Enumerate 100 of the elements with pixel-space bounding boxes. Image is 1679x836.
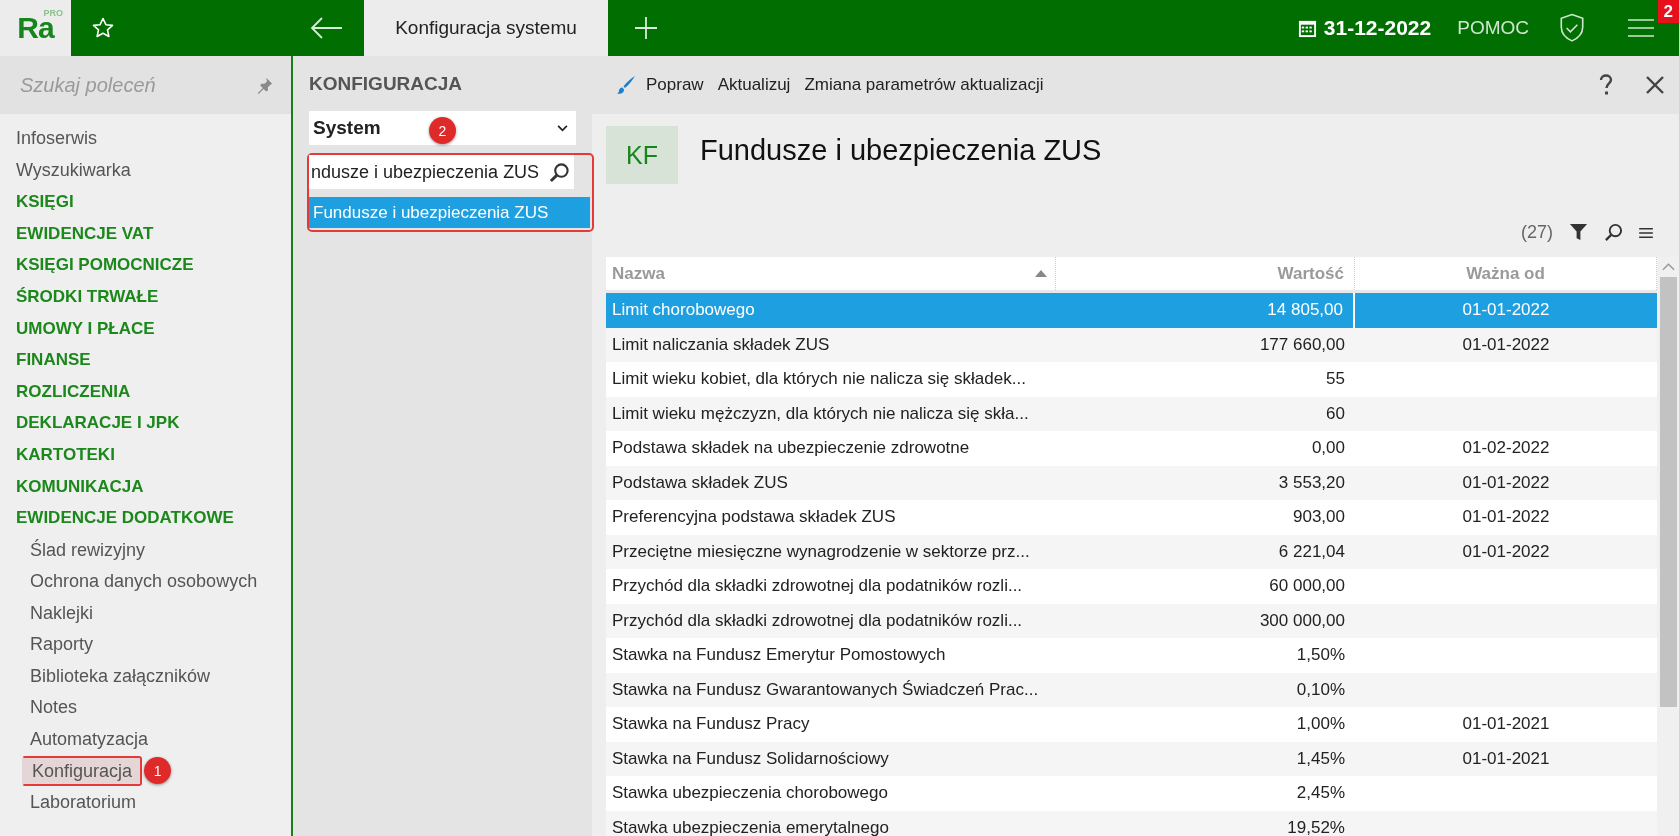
- back-arrow-icon[interactable]: [310, 16, 344, 40]
- table-cell: Stawka na Fundusz Emerytur Pomostowych: [612, 645, 946, 666]
- help-icon[interactable]: [1599, 74, 1613, 96]
- close-icon[interactable]: [1645, 75, 1665, 95]
- menu-section[interactable]: FINANSE: [0, 344, 291, 376]
- page-title: Fundusze i ubezpieczenia ZUS: [700, 133, 1102, 167]
- table-cell: Limit wieku kobiet, dla których nie nalicza się składek...: [612, 369, 1026, 390]
- table-row[interactable]: Podstawa składek ZUS 3 553,20 01-01-2022: [606, 465, 1657, 500]
- table-cell: 01-01-2022: [1462, 300, 1550, 321]
- table-cell: 01-01-2022: [1462, 472, 1550, 493]
- submenu-item[interactable]: Biblioteka załączników: [22, 660, 219, 691]
- table-cell: 01-01-2022: [1462, 507, 1550, 528]
- table-row[interactable]: Preferencyjna podstawa składek ZUS 903,00 01-01-2022: [606, 500, 1657, 535]
- table-cell: 300 000,00: [1259, 610, 1345, 631]
- help-link[interactable]: POMOC: [1457, 17, 1529, 39]
- shield-check-icon[interactable]: [1559, 13, 1585, 43]
- submenu-item[interactable]: Raporty: [22, 629, 102, 660]
- record-count: (27): [1521, 222, 1553, 243]
- table-cell: 2,45%: [1296, 783, 1345, 804]
- table-row[interactable]: Stawka na Fundusz Emerytur Pomostowych 1,50%: [606, 638, 1657, 673]
- submenu-item[interactable]: Notes: [22, 692, 86, 723]
- notification-badge: 2: [1657, 0, 1679, 23]
- menu-item[interactable]: Infoserwis: [0, 123, 291, 155]
- table-row[interactable]: Stawka na Fundusz Pracy 1,00% 01-01-2021: [606, 707, 1657, 742]
- table-cell: Przeciętne miesięczne wynagrodzenie w sektorze prz...: [612, 541, 1030, 562]
- table-row[interactable]: Limit wieku mężczyzn, dla których nie nalicza się skła... 60: [606, 396, 1657, 431]
- table-cell: Stawka na Fundusz Solidarnościowy: [612, 748, 889, 769]
- star-icon[interactable]: [91, 16, 115, 40]
- search-icon[interactable]: [1604, 223, 1623, 242]
- module-badge: KF: [606, 126, 678, 184]
- table-cell: Przychód dla składki zdrowotnej dla podatników rozli...: [612, 576, 1023, 597]
- menu-section[interactable]: ŚRODKI TRWAŁE: [0, 280, 291, 313]
- brush-icon: [616, 75, 636, 95]
- submenu-item[interactable]: Naklejki: [22, 597, 102, 628]
- menu-item[interactable]: Wyszukiwarka: [0, 154, 291, 187]
- menu-section[interactable]: EWIDENCJE VAT: [0, 217, 291, 250]
- table-cell: Limit naliczania składek ZUS: [612, 334, 830, 355]
- table-row[interactable]: Stawka ubezpieczenia emerytalnego 19,52%: [606, 810, 1657, 836]
- table-cell: Podstawa składek ZUS: [612, 472, 788, 493]
- table-cell: 01-01-2022: [1462, 334, 1550, 355]
- table-row[interactable]: Limit naliczania składek ZUS 177 660,00 01-01-2022: [606, 327, 1657, 362]
- table-cell: 01-01-2021: [1462, 714, 1550, 735]
- toolbar-button[interactable]: Aktualizuj: [717, 75, 791, 95]
- search-field[interactable]: ndusze i ubezpieczenia ZUS: [309, 155, 574, 189]
- pin-icon[interactable]: [256, 76, 273, 94]
- table-cell: Stawka ubezpieczenia chorobowego: [612, 783, 888, 804]
- table-cell: Limit chorobowego: [612, 300, 755, 321]
- table-row[interactable]: Przychód dla składki zdrowotnej dla podatników rozli... 60 000,00: [606, 569, 1657, 604]
- table-cell: Podstawa składek na ubezpieczenie zdrowotne: [612, 438, 970, 459]
- table-row[interactable]: Przeciętne miesięczne wynagrodzenie w sektorze prz... 6 221,04 01-01-2022: [606, 534, 1657, 569]
- app-logo[interactable]: RaPRO: [0, 0, 71, 56]
- menu-icon[interactable]: [1639, 226, 1653, 239]
- plus-icon[interactable]: [634, 16, 658, 40]
- menu-section[interactable]: ROZLICZENIA: [0, 375, 291, 408]
- panel-title: KONFIGURACJA: [309, 73, 464, 95]
- menu-section[interactable]: KSIĘGI: [0, 186, 291, 218]
- table-cell: 903,00: [1293, 507, 1345, 528]
- menu-section[interactable]: UMOWY I PŁACE: [0, 312, 291, 345]
- search-input[interactable]: Szukaj poleceń: [18, 72, 256, 98]
- table-cell: 01-01-2022: [1462, 541, 1550, 562]
- calendar-icon[interactable]: [1297, 18, 1317, 38]
- menu-section[interactable]: EWIDENCJE DODATKOWE: [0, 502, 291, 534]
- table-cell: 6 221,04: [1278, 541, 1345, 562]
- menu-section[interactable]: KOMUNIKACJA: [0, 470, 291, 503]
- callout-number: 1: [144, 757, 172, 785]
- menu-section[interactable]: DEKLARACJE I JPK: [0, 407, 291, 439]
- menu-section[interactable]: KARTOTEKI: [0, 438, 291, 471]
- table-row[interactable]: Przychód dla składki zdrowotnej dla podatników rozli... 300 000,00: [606, 603, 1657, 638]
- filter-icon[interactable]: [1569, 223, 1588, 242]
- table-cell: Limit wieku mężczyzn, dla których nie nalicza się skła...: [612, 403, 1029, 424]
- table-cell: 55: [1326, 369, 1345, 390]
- submenu-item[interactable]: Laboratorium: [22, 787, 145, 818]
- table-cell: 0,00: [1311, 438, 1345, 459]
- scrollbar-thumb[interactable]: [1659, 277, 1677, 707]
- search-icon[interactable]: [549, 161, 570, 183]
- table-row[interactable]: Limit wieku kobiet, dla których nie nalicza się składek... 55: [606, 362, 1657, 397]
- command-search-field[interactable]: Szukaj poleceń: [0, 56, 291, 114]
- submenu-item[interactable]: Ślad rewizyjny: [22, 534, 154, 565]
- table-row[interactable]: Stawka na Fundusz Solidarnościowy 1,45% 01-01-2021: [606, 741, 1657, 776]
- toolbar-button[interactable]: Zmiana parametrów aktualizacji: [804, 75, 1044, 95]
- submenu-item[interactable]: Konfiguracja: [22, 755, 143, 786]
- submenu-item[interactable]: Ochrona danych osobowych: [22, 566, 266, 597]
- table-cell: 3 553,20: [1278, 472, 1345, 493]
- table-cell: Przychód dla składki zdrowotnej dla podatników rozli...: [612, 610, 1023, 631]
- toolbar-button[interactable]: Popraw: [616, 75, 704, 95]
- table-row[interactable]: Stawka ubezpieczenia chorobowego 2,45%: [606, 776, 1657, 811]
- table-row[interactable]: Podstawa składek na ubezpieczenie zdrowotne 0,00 01-02-2022: [606, 431, 1657, 466]
- table-cell: Stawka ubezpieczenia emerytalnego: [612, 817, 889, 836]
- table-row[interactable]: Stawka na Fundusz Gwarantowanych Świadczeń Prac... 0,10%: [606, 672, 1657, 707]
- table-cell: Stawka na Fundusz Pracy: [612, 714, 810, 735]
- table-cell: Preferencyjna podstawa składek ZUS: [612, 507, 896, 528]
- table-cell: 1,00%: [1296, 714, 1345, 735]
- date-label[interactable]: 31-12-2022: [1323, 16, 1432, 40]
- table-cell: 1,50%: [1296, 645, 1345, 666]
- table-cell: 0,10%: [1296, 679, 1345, 700]
- table-cell: 01-01-2021: [1462, 748, 1550, 769]
- menu-section[interactable]: KSIĘGI POMOCNICZE: [0, 249, 291, 281]
- tab[interactable]: Konfiguracja systemu: [364, 0, 608, 56]
- submenu-item[interactable]: Automatyzacja: [22, 724, 157, 755]
- table-cell: 1,45%: [1296, 748, 1345, 769]
